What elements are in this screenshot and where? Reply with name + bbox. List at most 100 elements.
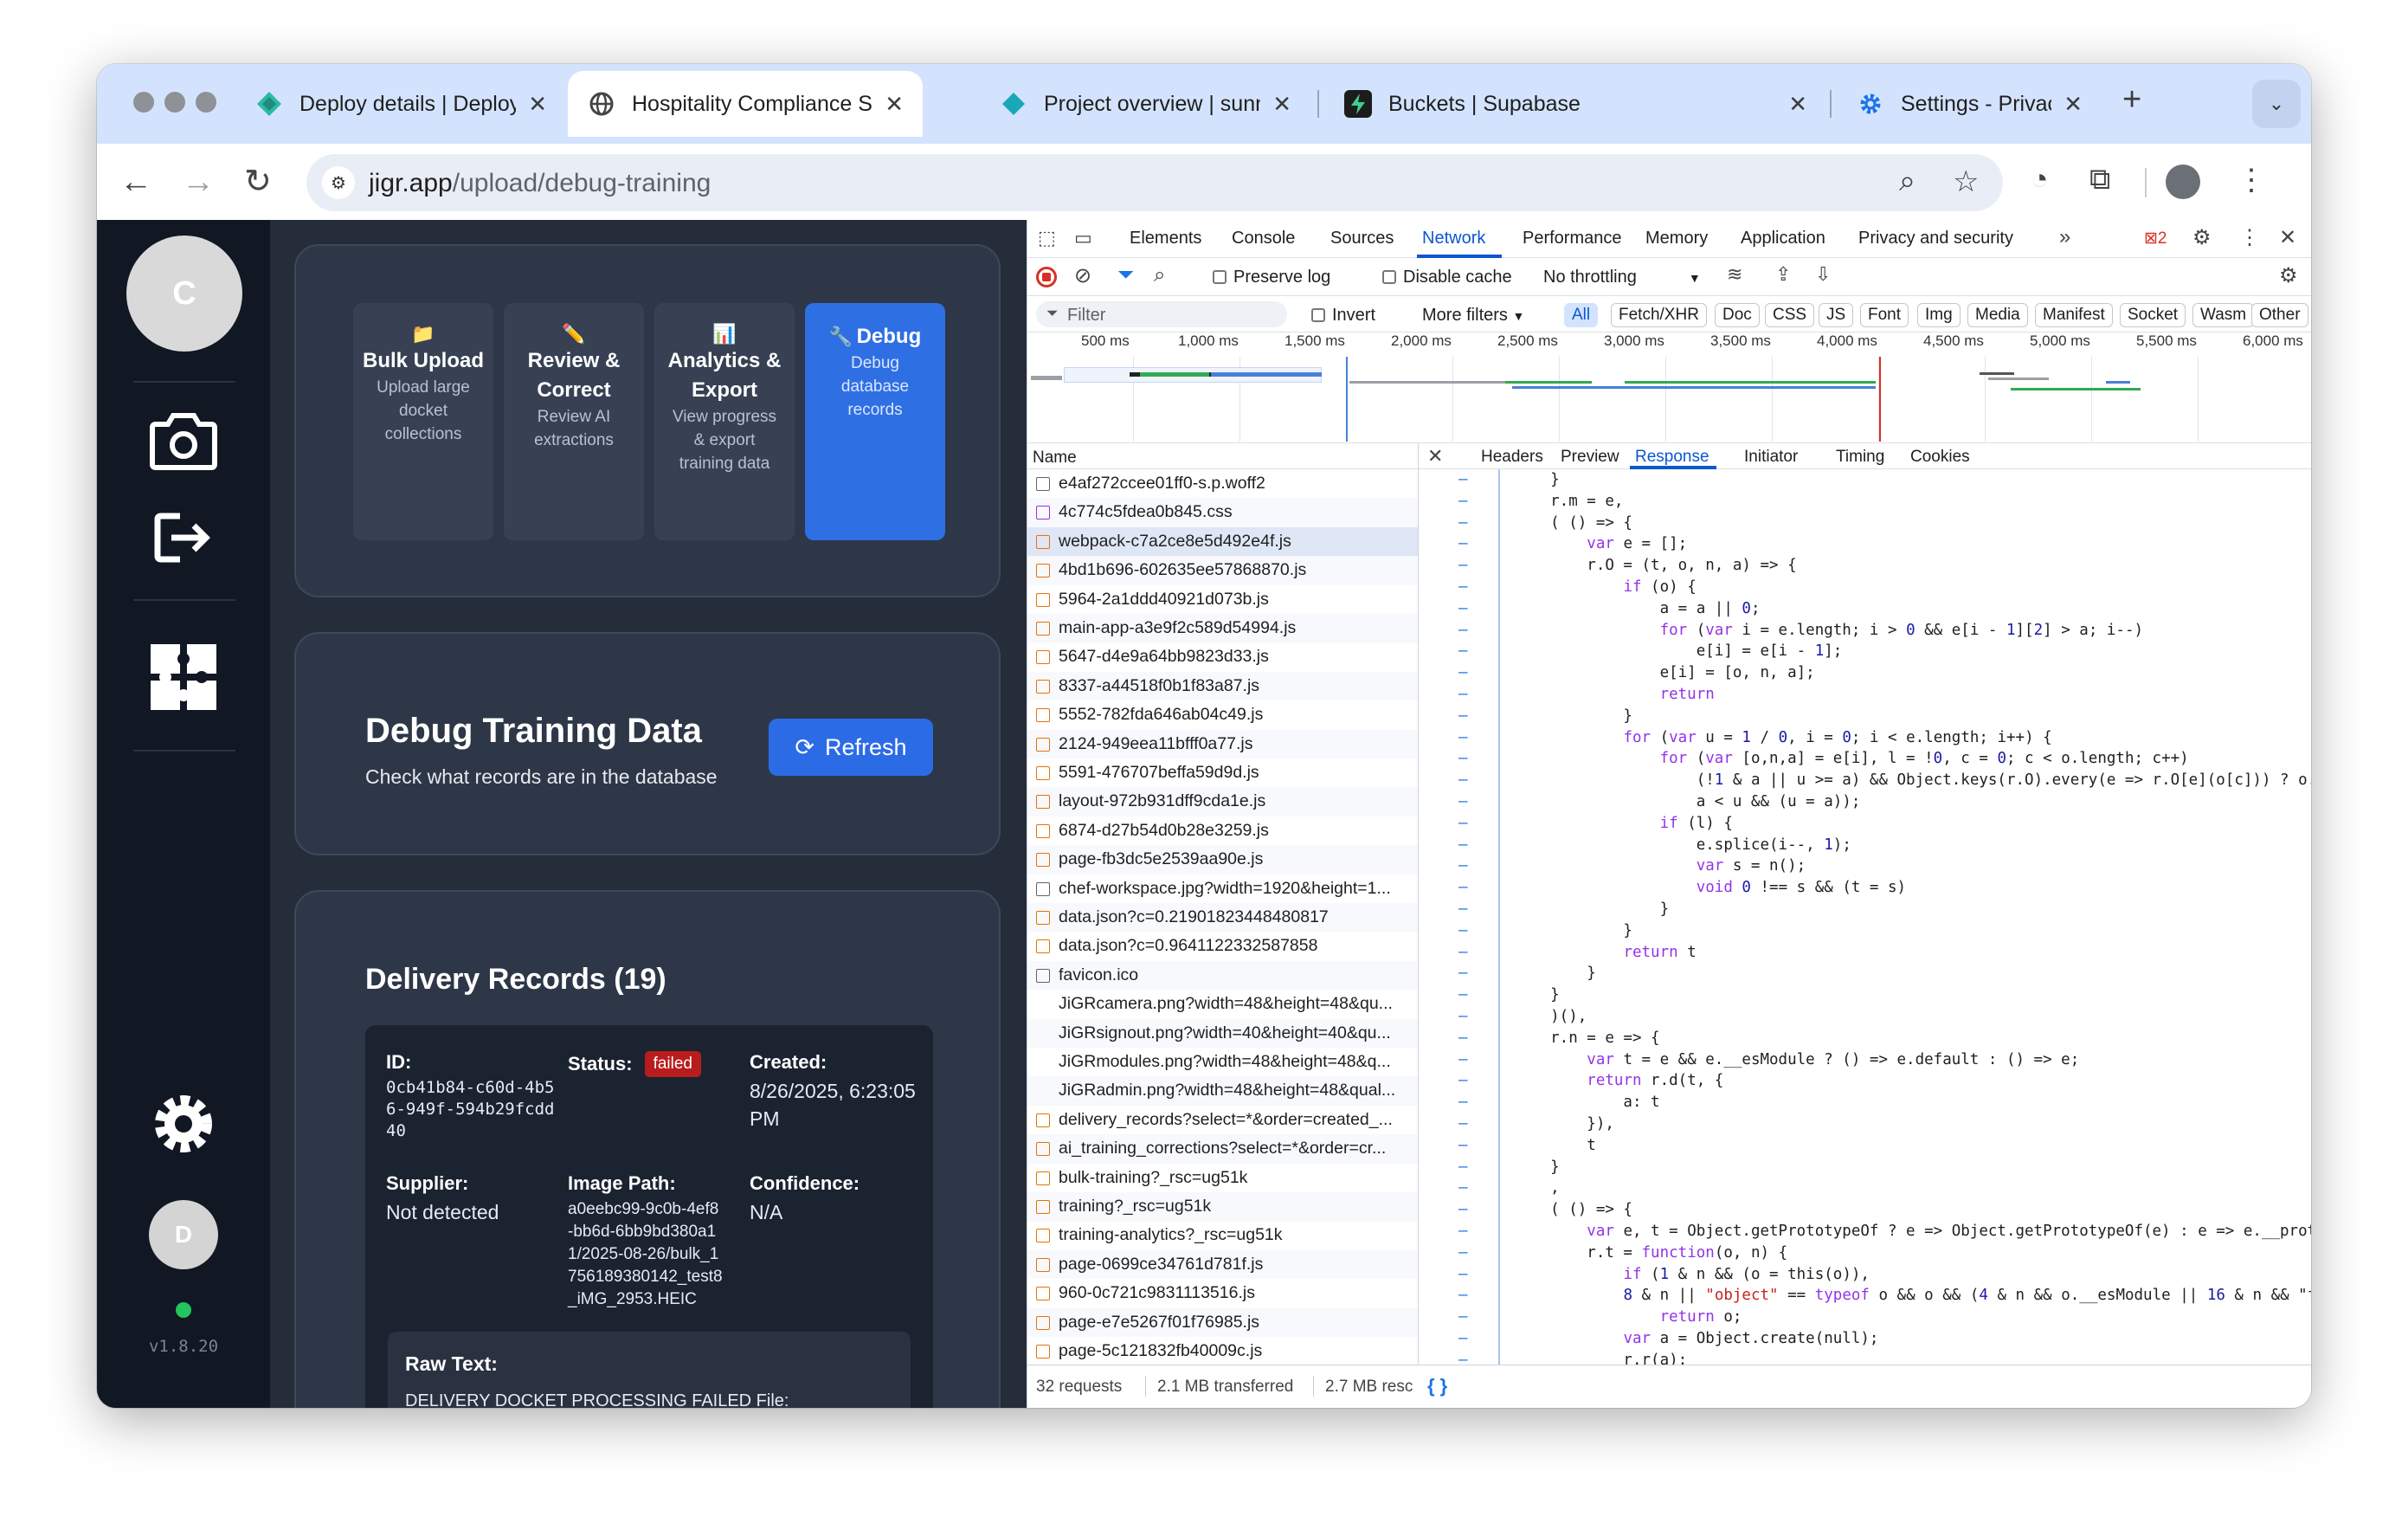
- error-count-badge[interactable]: ⊠2: [2144, 229, 2167, 248]
- kebab-menu-icon[interactable]: ⋮: [2237, 163, 2266, 197]
- devtools-tab-application[interactable]: Application: [1741, 229, 1825, 248]
- profile-avatar[interactable]: [2166, 165, 2200, 199]
- type-filter-socket[interactable]: Socket: [2120, 303, 2186, 327]
- zoom-icon[interactable]: ⌕: [1899, 165, 1915, 198]
- clear-log-icon[interactable]: ⊘: [1074, 263, 1091, 288]
- request-row[interactable]: webpack-c7a2ce8e5d492e4f.js: [1027, 526, 1418, 557]
- request-row[interactable]: JiGRsignout.png?width=40&height=40&qu...: [1027, 1018, 1418, 1049]
- tab-close-icon[interactable]: ✕: [885, 91, 904, 118]
- forward-button[interactable]: →: [182, 161, 215, 203]
- request-row[interactable]: 5552-782fda646ab04c49.js: [1027, 700, 1418, 730]
- pretty-print-button[interactable]: { }: [1427, 1375, 1447, 1397]
- tab-close-icon[interactable]: ✕: [1788, 91, 1807, 118]
- request-row[interactable]: 2124-949eea11bfff0a77.js: [1027, 729, 1418, 759]
- more-filters-dropdown[interactable]: More filters ▼: [1422, 306, 1524, 326]
- filter-input[interactable]: ⏷ Filter: [1036, 301, 1287, 327]
- devtools-tab-sources[interactable]: Sources: [1330, 229, 1394, 248]
- type-filter-img[interactable]: Img: [1917, 303, 1961, 327]
- more-tabs-icon[interactable]: »: [2059, 225, 2070, 249]
- type-filter-all[interactable]: All: [1564, 303, 1599, 327]
- device-toolbar-icon[interactable]: ▭: [1074, 227, 1092, 249]
- type-filter-font[interactable]: Font: [1860, 303, 1909, 327]
- bookmark-star-icon[interactable]: ☆: [1953, 165, 1979, 199]
- detail-tab-initiator[interactable]: Initiator: [1744, 448, 1798, 467]
- devtools-tab-privacy-security[interactable]: Privacy and security: [1858, 229, 2013, 248]
- camera-icon[interactable]: [149, 410, 218, 475]
- extensions-puzzle-icon[interactable]: ⧉: [2089, 163, 2110, 197]
- tab-close-icon[interactable]: ✕: [528, 91, 547, 118]
- request-row[interactable]: e4af272ccee01ff0-s.p.woff2: [1027, 469, 1418, 499]
- request-row[interactable]: page-fb3dc5e2539aa90e.js: [1027, 845, 1418, 874]
- network-conditions-icon[interactable]: ≋: [1727, 263, 1742, 286]
- devtools-tab-performance[interactable]: Performance: [1523, 229, 1622, 248]
- request-row[interactable]: data.json?c=0.21901823448480817: [1027, 903, 1418, 933]
- type-filter-manifest[interactable]: Manifest: [2035, 303, 2113, 327]
- request-row[interactable]: ai_training_corrections?select=*&order=c…: [1027, 1134, 1418, 1164]
- request-row[interactable]: 5591-476707beffa59d9d.js: [1027, 758, 1418, 788]
- request-row[interactable]: data.json?c=0.9641122332587858: [1027, 932, 1418, 961]
- request-row[interactable]: 5964-2a1ddd40921d073b.js: [1027, 585, 1418, 615]
- tab-analytics-export[interactable]: 📊 Analytics & Export View progress & exp…: [654, 303, 795, 540]
- request-row[interactable]: bulk-training?_rsc=ug51k: [1027, 1164, 1418, 1193]
- request-row[interactable]: 4c774c5fdea0b845.css: [1027, 498, 1418, 527]
- devtools-tab-memory[interactable]: Memory: [1645, 229, 1708, 248]
- request-row[interactable]: favicon.ico: [1027, 960, 1418, 991]
- request-row[interactable]: delivery_records?select=*&order=created_…: [1027, 1106, 1418, 1135]
- network-timeline[interactable]: 500 ms 1,000 ms 1,500 ms 2,000 ms 2,500 …: [1027, 332, 2311, 443]
- request-row[interactable]: page-e7e5267f01f76985.js: [1027, 1307, 1418, 1338]
- devtools-close-icon[interactable]: ✕: [2279, 225, 2296, 250]
- window-close-button[interactable]: [133, 92, 154, 113]
- inspect-element-icon[interactable]: ⬚: [1038, 227, 1056, 249]
- request-row[interactable]: page-0699ce34761d781f.js: [1027, 1249, 1418, 1280]
- type-filter-other[interactable]: Other: [2251, 303, 2308, 327]
- network-settings-icon[interactable]: ⚙: [2279, 263, 2298, 288]
- request-row[interactable]: layout-972b931dff9cda1e.js: [1027, 787, 1418, 816]
- tab-review-correct[interactable]: ✏️ Review & Correct Review AI extraction…: [504, 303, 644, 540]
- disable-cache-checkbox[interactable]: Disable cache: [1382, 268, 1512, 287]
- type-filter-css[interactable]: CSS: [1765, 303, 1815, 327]
- request-row[interactable]: 8337-a44518f0b1f83a87.js: [1027, 671, 1418, 701]
- request-row[interactable]: 5647-d4e9a64bb9823d33.js: [1027, 642, 1418, 672]
- request-row[interactable]: page-5c121832fb40009c.js: [1027, 1337, 1418, 1365]
- tab-buckets-supabase[interactable]: Buckets | Supabase ✕: [1324, 71, 1826, 137]
- request-row[interactable]: 6874-d27b54d0b28e3259.js: [1027, 816, 1418, 846]
- devtools-tab-elements[interactable]: Elements: [1130, 229, 1201, 248]
- signout-icon[interactable]: [152, 511, 215, 569]
- export-har-icon[interactable]: ⇩: [1815, 263, 1831, 286]
- invert-checkbox[interactable]: Invert: [1311, 306, 1375, 326]
- tab-debug[interactable]: 🔧 Debug Debug database records: [805, 303, 945, 540]
- settings-gear-icon[interactable]: [147, 1087, 220, 1165]
- import-har-icon[interactable]: ⇪: [1775, 263, 1791, 286]
- site-info-icon[interactable]: ⚙: [322, 166, 355, 199]
- detail-tab-preview[interactable]: Preview: [1561, 448, 1619, 467]
- request-row[interactable]: JiGRmodules.png?width=48&height=48&q...: [1027, 1048, 1418, 1077]
- detail-tab-cookies[interactable]: Cookies: [1910, 448, 1970, 467]
- company-avatar[interactable]: C: [126, 236, 242, 352]
- type-filter-doc[interactable]: Doc: [1715, 303, 1760, 327]
- new-tab-button[interactable]: +: [2122, 81, 2141, 119]
- request-row[interactable]: main-app-a3e9f2c589d54994.js: [1027, 614, 1418, 643]
- url-text[interactable]: jigr.app/upload/debug-training: [369, 169, 711, 198]
- devtools-tab-network[interactable]: Network: [1422, 229, 1485, 248]
- tab-search-button[interactable]: ⌄: [2252, 80, 2301, 128]
- address-bar[interactable]: ⚙ jigr.app/upload/debug-training ⌕ ☆: [306, 154, 2003, 211]
- tab-deploy-details[interactable]: Deploy details | Deploys | ✕: [235, 71, 566, 137]
- extension-history-icon[interactable]: ◔: [2031, 163, 2049, 197]
- tab-close-icon[interactable]: ✕: [1272, 91, 1291, 118]
- modules-puzzle-icon[interactable]: [147, 641, 220, 718]
- response-code-view[interactable]: – } – r.m = e, – ( () => {– var e = []; – r…: [1419, 469, 2311, 1365]
- type-filter-js[interactable]: JS: [1819, 303, 1854, 327]
- tab-hospitality-compliance[interactable]: Hospitality Compliance S ✕: [568, 71, 923, 137]
- search-icon[interactable]: ⌕: [1154, 263, 1165, 287]
- preserve-log-checkbox[interactable]: Preserve log: [1213, 268, 1330, 287]
- request-row[interactable]: JiGRcamera.png?width=48&height=48&qu...: [1027, 990, 1418, 1019]
- request-row[interactable]: 4bd1b696-602635ee57868870.js: [1027, 556, 1418, 585]
- tab-settings-privacy[interactable]: Settings - Privacy and se ✕: [1837, 71, 2102, 137]
- devtools-menu-icon[interactable]: ⋮: [2239, 225, 2260, 250]
- type-filter-fetch-xhr[interactable]: Fetch/XHR: [1611, 303, 1707, 327]
- detail-tab-timing[interactable]: Timing: [1836, 448, 1884, 467]
- close-detail-icon[interactable]: ✕: [1427, 445, 1443, 468]
- tab-close-icon[interactable]: ✕: [2064, 91, 2083, 118]
- back-button[interactable]: ←: [119, 161, 152, 203]
- detail-tab-response[interactable]: Response: [1635, 448, 1709, 467]
